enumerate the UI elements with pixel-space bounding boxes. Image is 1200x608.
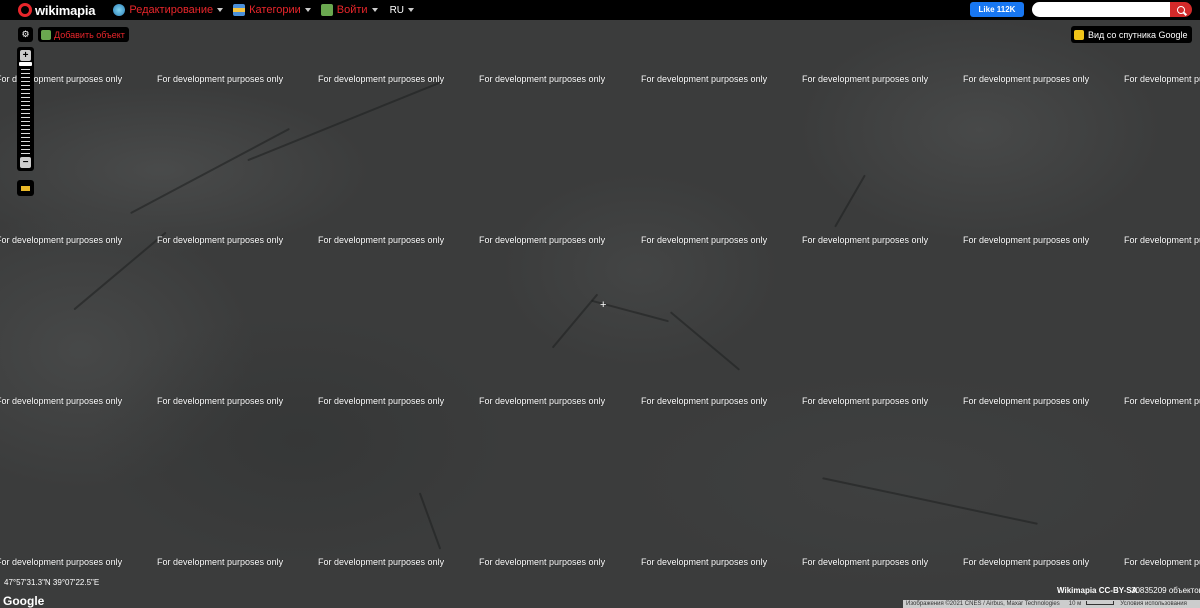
watermark-text: For development purposes only bbox=[157, 235, 284, 245]
facebook-like-button[interactable]: Like 112K bbox=[970, 2, 1024, 17]
google-logo: Google bbox=[3, 594, 45, 608]
watermark-text: For development purposes only bbox=[318, 396, 445, 406]
logo-text: wikimapia bbox=[35, 2, 96, 18]
watermark-text: For development purposes only bbox=[479, 557, 606, 567]
watermark-text: For development purposes only bbox=[802, 74, 929, 84]
map-center-crosshair-icon: + bbox=[600, 299, 607, 311]
add-object-button[interactable]: Добавить объект bbox=[38, 27, 129, 42]
coordinates-readout: 47°57'31.3"N 39°07'22.5"E bbox=[4, 578, 100, 587]
menu-edit[interactable]: Редактирование bbox=[113, 4, 224, 16]
watermark-text: For development purposes only bbox=[641, 396, 768, 406]
language-label: RU bbox=[389, 4, 405, 16]
zoom-slider-track[interactable] bbox=[21, 65, 30, 157]
globe-icon bbox=[113, 4, 126, 16]
watermark-text: For development purposes only bbox=[641, 557, 768, 567]
facebook-like-label: Like 112K bbox=[978, 5, 1016, 14]
watermark-text: For development purposes only bbox=[318, 74, 445, 84]
watermark-text: For development purposes only bbox=[157, 396, 284, 406]
chevron-down-icon bbox=[304, 8, 311, 12]
satellite-map[interactable] bbox=[0, 20, 1200, 608]
chevron-down-icon bbox=[371, 8, 378, 12]
license-credit: Wikimapia CC-BY-SA bbox=[1057, 586, 1138, 595]
watermark-text: For development purposes only bbox=[963, 74, 1090, 84]
search-box bbox=[1032, 2, 1192, 17]
login-icon bbox=[320, 4, 333, 16]
wikimapia-logo-icon bbox=[18, 3, 32, 17]
menu-edit-label: Редактирование bbox=[129, 4, 214, 16]
object-count: 30835209 объектов bbox=[1131, 586, 1200, 595]
watermark-text: For development purposes only bbox=[963, 557, 1090, 567]
watermark-text: For development purposes only bbox=[1124, 235, 1200, 245]
scale-bar: 10 м bbox=[1063, 601, 1117, 607]
satellite-view-label: Вид со спутника Google bbox=[1088, 29, 1188, 40]
imagery-attribution: Изображения ©2021 CNES / Airbus, Maxar T… bbox=[906, 601, 1060, 607]
add-object-label: Добавить объект bbox=[54, 29, 125, 40]
categories-icon bbox=[233, 4, 246, 16]
search-icon bbox=[1177, 5, 1185, 14]
watermark-text: For development purposes only bbox=[1124, 557, 1200, 567]
main-menu: Редактирование Категории Войти RU bbox=[113, 4, 415, 16]
watermark-text: For development purposes only bbox=[157, 557, 284, 567]
search-button[interactable] bbox=[1170, 2, 1192, 17]
menu-login[interactable]: Войти bbox=[320, 4, 378, 16]
watermark-text: For development purposes only bbox=[802, 396, 929, 406]
menu-categories[interactable]: Категории bbox=[233, 4, 311, 16]
watermark-text: For development purposes only bbox=[0, 396, 123, 406]
zoom-in-button[interactable]: + bbox=[20, 50, 31, 61]
settings-button[interactable]: ⚙ bbox=[18, 27, 33, 42]
zoom-out-button[interactable]: − bbox=[20, 157, 31, 168]
watermark-text: For development purposes only bbox=[1124, 74, 1200, 84]
watermark-text: For development purposes only bbox=[479, 74, 606, 84]
terms-link[interactable]: Условия использования bbox=[1117, 601, 1190, 607]
language-selector[interactable]: RU bbox=[389, 4, 415, 16]
chevron-down-icon bbox=[217, 8, 224, 12]
watermark-text: For development purposes only bbox=[802, 235, 929, 245]
watermark-text: For development purposes only bbox=[318, 557, 445, 567]
watermark-text: For development purposes only bbox=[318, 235, 445, 245]
watermark-text: For development purposes only bbox=[641, 74, 768, 84]
scale-label: 10 м bbox=[1068, 601, 1082, 607]
watermark-text: For development purposes only bbox=[0, 235, 123, 245]
add-object-icon bbox=[41, 29, 51, 40]
watermark-text: For development purposes only bbox=[157, 74, 284, 84]
satellite-icon bbox=[1074, 29, 1084, 40]
scale-bar-line bbox=[1086, 601, 1115, 605]
top-bar: wikimapia Редактирование Категории Войти… bbox=[0, 0, 1200, 20]
map-attribution: Изображения ©2021 CNES / Airbus, Maxar T… bbox=[903, 600, 1200, 608]
satellite-view-button[interactable]: Вид со спутника Google bbox=[1071, 26, 1192, 43]
chevron-down-icon bbox=[408, 8, 415, 12]
wikimapia-logo[interactable]: wikimapia bbox=[18, 0, 96, 20]
watermark-text: For development purposes only bbox=[0, 557, 123, 567]
ruler-button[interactable] bbox=[17, 180, 34, 196]
search-input[interactable] bbox=[1032, 2, 1170, 17]
watermark-text: For development purposes only bbox=[641, 235, 768, 245]
menu-categories-label: Категории bbox=[249, 4, 301, 16]
zoom-slider-handle[interactable] bbox=[19, 62, 32, 66]
menu-login-label: Войти bbox=[336, 4, 368, 16]
watermark-text: For development purposes only bbox=[479, 396, 606, 406]
watermark-text: For development purposes only bbox=[802, 557, 929, 567]
watermark-text: For development purposes only bbox=[1124, 396, 1200, 406]
gear-icon: ⚙ bbox=[21, 29, 30, 39]
watermark-text: For development purposes only bbox=[963, 396, 1090, 406]
ruler-icon bbox=[21, 185, 30, 191]
zoom-control: + − bbox=[17, 47, 34, 171]
watermark-text: For development purposes only bbox=[963, 235, 1090, 245]
watermark-text: For development purposes only bbox=[479, 235, 606, 245]
